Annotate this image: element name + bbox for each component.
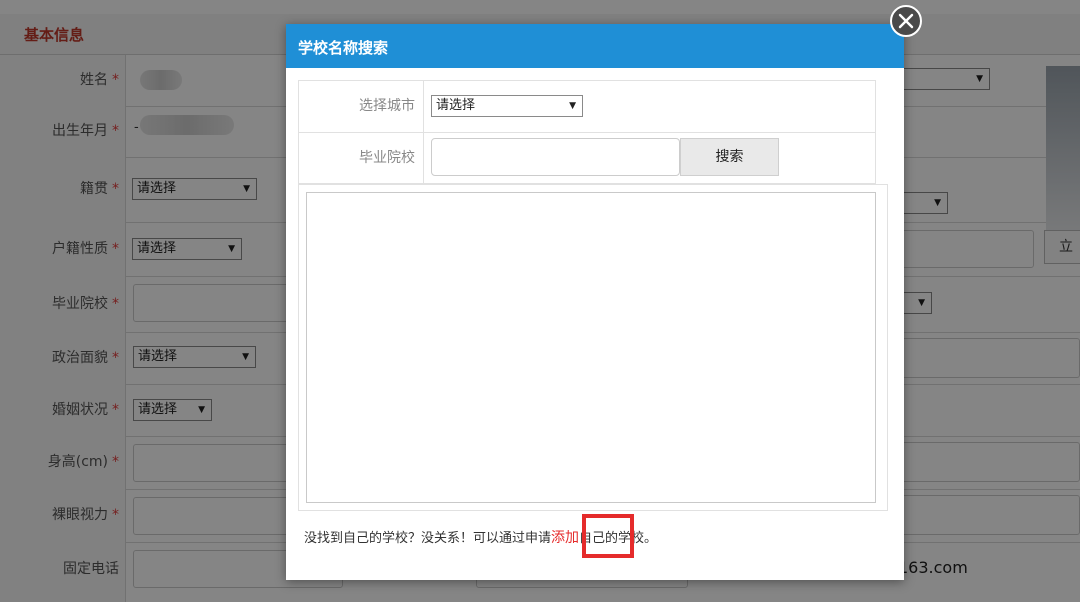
city-select-value: 请选择 <box>436 98 476 113</box>
search-results-list[interactable] <box>306 192 876 503</box>
modal-header: 学校名称搜索 <box>286 24 904 68</box>
add-school-link[interactable]: 添加 <box>551 530 579 546</box>
search-button[interactable]: 搜索 <box>680 138 779 176</box>
highlight-box <box>582 514 634 558</box>
city-select[interactable]: 请选择 ▼ <box>431 95 583 117</box>
modal-title: 学校名称搜索 <box>298 39 389 57</box>
school-search-modal: 学校名称搜索 选择城市 请选择 ▼ 毕业院校 搜索 没找到自己的学校？没关系！可以… <box>286 24 904 580</box>
dropdown-arrow-icon: ▼ <box>569 101 576 111</box>
city-row: 选择城市 请选择 ▼ <box>299 81 875 133</box>
close-x-glyph <box>898 13 914 29</box>
school-search-input[interactable] <box>431 138 680 176</box>
footer-prefix: 没找到自己的学校？没关系！可以通过申请 <box>304 531 552 546</box>
city-label: 选择城市 <box>299 81 424 132</box>
close-icon[interactable] <box>890 5 922 37</box>
school-label: 毕业院校 <box>299 133 424 184</box>
